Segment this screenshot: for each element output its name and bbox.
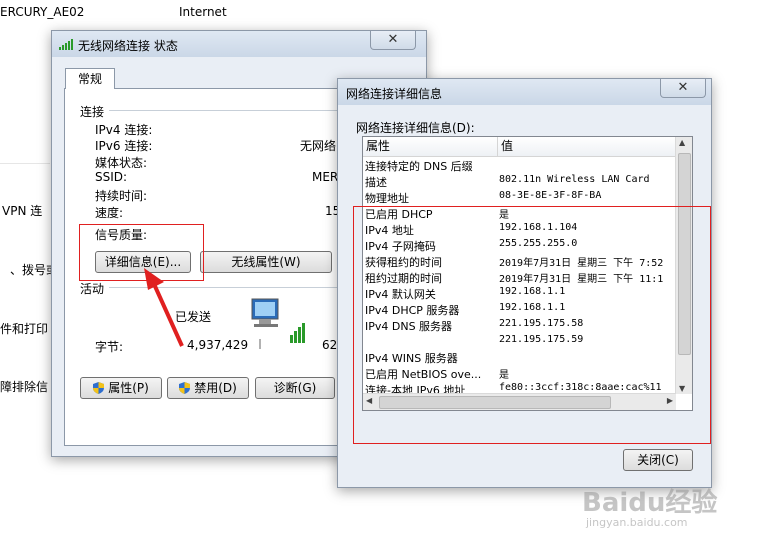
highlight-box-ip-info [353, 206, 711, 444]
column-header-value-label: 值 [501, 139, 514, 153]
table-row[interactable]: 连接特定的 DNS 后缀 [365, 158, 676, 174]
troubleshoot-link[interactable]: 障排除信 [0, 378, 48, 395]
bytes-received-value: 62 [322, 338, 338, 352]
red-arrow-icon [144, 268, 184, 347]
scroll-up-icon[interactable]: ▲ [679, 138, 685, 147]
ssid-label: SSID: [95, 170, 128, 184]
details-titlebar: 网络连接详细信息 ✕ [338, 79, 711, 105]
watermark-brand: Baidu经验 [582, 488, 718, 518]
status-close-button[interactable]: ✕ [370, 31, 416, 50]
network-name: ERCURY_AE02 [0, 5, 85, 19]
column-header-property-label: 属性 [366, 139, 391, 153]
uac-shield-icon [179, 382, 191, 394]
network-computers-icon [251, 298, 305, 349]
details-close-button[interactable]: ✕ [660, 79, 706, 98]
ipv6-connection-label: IPv6 连接: [95, 139, 153, 153]
status-titlebar: 无线网络连接 状态 ✕ [52, 31, 426, 57]
disable-button-label: 禁用(D) [194, 381, 237, 395]
wireless-properties-button[interactable]: 无线属性(W) [200, 251, 332, 273]
close-button[interactable]: 关闭(C) [623, 449, 693, 471]
status-window-title: 无线网络连接 状态 [78, 39, 178, 53]
printer-link[interactable]: 件和打印 [0, 320, 48, 337]
bytes-label: 字节: [95, 340, 124, 354]
connection-group-title: 连接 [80, 105, 105, 119]
wireless-signal-icon [59, 39, 73, 50]
duration-label: 持续时间: [95, 189, 148, 203]
media-state-label: 媒体状态: [95, 156, 148, 170]
close-icon: ✕ [387, 32, 399, 47]
details-window-title: 网络连接详细信息 [346, 87, 443, 101]
property-name: 物理地址 [365, 192, 409, 205]
speed-label: 速度: [95, 206, 124, 220]
internet-label: Internet [179, 5, 227, 19]
watermark-url: jingyan.baidu.com [586, 516, 688, 529]
details-list-label: 网络连接详细信息(D): [356, 121, 475, 135]
activity-group-title: 活动 [80, 282, 105, 296]
property-name: 连接特定的 DNS 后缀 [365, 160, 473, 173]
divider [0, 163, 50, 164]
properties-button[interactable]: 属性(P) [80, 377, 162, 399]
disable-button[interactable]: 禁用(D) [167, 377, 249, 399]
table-row[interactable]: 描述 802.11n Wireless LAN Card [365, 174, 676, 190]
ipv4-connection-label: IPv4 连接: [95, 123, 153, 137]
column-header-property[interactable]: 属性 [363, 137, 497, 157]
uac-shield-icon [93, 382, 105, 394]
ipv6-connection-value: 无网络 [300, 139, 337, 153]
property-value: 802.11n Wireless LAN Card [499, 174, 650, 185]
table-row[interactable]: 物理地址 08-3E-8E-3F-8F-BA [365, 190, 676, 206]
property-value: 08-3E-8E-3F-8F-BA [499, 190, 602, 201]
close-icon: ✕ [677, 80, 689, 95]
vpn-link[interactable]: VPN 连 [2, 202, 42, 219]
tab-general[interactable]: 常规 [65, 68, 115, 89]
properties-button-label: 属性(P) [108, 381, 149, 395]
diagnose-button[interactable]: 诊断(G) [255, 377, 335, 399]
property-name: 描述 [365, 176, 387, 189]
column-header-value[interactable]: 值 [497, 137, 676, 157]
